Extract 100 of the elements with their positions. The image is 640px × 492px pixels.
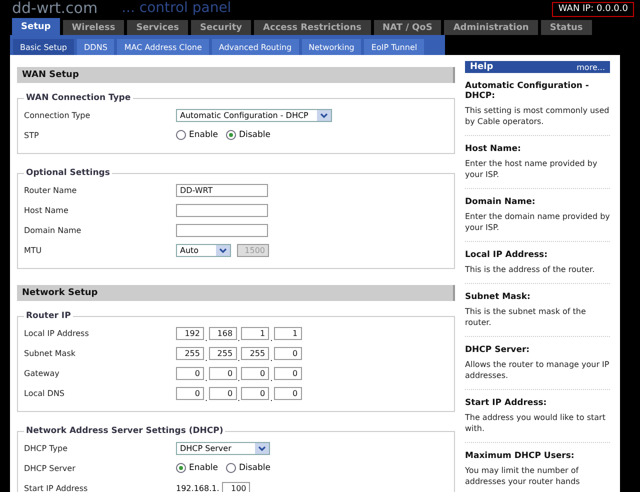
input-field[interactable]: 0: [274, 366, 302, 380]
nav-tab[interactable]: NAT / QoS: [374, 20, 442, 35]
input-field[interactable]: 168: [208, 326, 237, 340]
field-label: DHCP Server: [24, 464, 76, 472]
logo: dd-wrt.com: [12, 0, 98, 16]
ip-prefix: 192.168.1.: [176, 484, 220, 492]
input-field[interactable]: DD-WRT: [176, 184, 268, 196]
nav-tab[interactable]: Access Restrictions: [254, 20, 371, 35]
subtab[interactable]: MAC Address Clone: [117, 39, 209, 55]
dot-separator: .: [270, 354, 273, 363]
dropdown[interactable]: Automatic Configuration - DHCP: [176, 108, 332, 122]
input-field[interactable]: 0: [274, 386, 302, 400]
subtab[interactable]: DDNS: [77, 39, 114, 55]
dot-separator: .: [238, 354, 240, 363]
dot-separator: .: [238, 394, 240, 403]
section-header: WAN Setup: [17, 67, 455, 83]
help-heading: DHCP Server:: [465, 345, 531, 355]
input-field[interactable]: 0: [176, 386, 204, 400]
radio-dot-icon: [179, 466, 183, 470]
input-field[interactable]: 0: [241, 386, 270, 400]
help-text: Enter the host name provided by your ISP.: [465, 158, 598, 180]
group-title: Network Address Server Settings (DHCP): [25, 426, 224, 436]
dot-separator: .: [205, 394, 208, 403]
logo-subtitle: ... control panel: [122, 0, 232, 16]
section-header: Network Setup: [17, 285, 455, 301]
help-heading: Host Name:: [465, 144, 522, 154]
field-label: Host Name: [24, 206, 70, 214]
radio-label: Disable: [238, 130, 270, 140]
help-text: This is the subnet mask of the router.: [465, 306, 587, 328]
input-field[interactable]: 255: [176, 346, 204, 360]
nav-tab[interactable]: Setup: [12, 18, 60, 35]
dropdown-arrow-icon: [255, 442, 269, 454]
help-text: The address you would like to start with.: [465, 412, 606, 434]
radio-label: Disable: [238, 463, 270, 473]
dot-separator: .: [270, 394, 273, 403]
group-title: WAN Connection Type: [25, 93, 132, 103]
input-field[interactable]: 255: [208, 346, 237, 360]
input-field[interactable]: 0: [208, 366, 237, 380]
field-label: MTU: [24, 246, 43, 254]
dot-separator: .: [238, 334, 240, 343]
input-field[interactable]: 192: [176, 326, 204, 340]
dot-separator: .: [205, 354, 208, 363]
field-label: Router Name: [24, 186, 78, 194]
input-field[interactable]: 1: [274, 326, 302, 340]
wan-ip-status: WAN IP: 0.0.0.0: [552, 2, 634, 17]
radio-label: Enable: [189, 130, 218, 140]
help-heading: Local IP Address:: [465, 250, 548, 260]
group-title: Optional Settings: [25, 168, 111, 178]
help-text: You may limit the number of addresses your router hands: [465, 465, 581, 487]
nav-tab[interactable]: Services: [127, 20, 188, 35]
input-field[interactable]: 255: [241, 346, 270, 360]
radio-label: Enable: [189, 463, 218, 473]
input-field[interactable]: 100: [222, 482, 250, 492]
help-heading: Maximum DHCP Users:: [465, 451, 576, 461]
input-field[interactable]: 0: [176, 366, 204, 380]
more-link[interactable]: more...: [576, 62, 605, 72]
input-field[interactable]: [176, 224, 268, 236]
help-heading: Subnet Mask:: [465, 292, 532, 302]
field-label: Gateway: [24, 368, 60, 378]
dot-separator: .: [270, 374, 273, 383]
field-label: Domain Name: [24, 226, 82, 234]
subtab[interactable]: Advanced Routing: [212, 39, 299, 55]
field-label: DHCP Type: [24, 444, 69, 452]
radio-button[interactable]: [226, 130, 236, 140]
dropdown[interactable]: DHCP Server: [176, 442, 270, 454]
radio-button[interactable]: [176, 130, 186, 140]
subtab[interactable]: Basic Setup: [13, 39, 74, 55]
help-text: Enter the domain name provided by your ISP.: [465, 211, 610, 233]
subtab[interactable]: Networking: [302, 39, 362, 55]
dropdown-arrow-icon: [317, 110, 331, 120]
nav-tab[interactable]: Security: [191, 20, 252, 35]
radio-dot-icon: [228, 133, 233, 137]
field-label: Subnet Mask: [24, 348, 77, 358]
input-field[interactable]: 0: [208, 386, 237, 400]
dropdown[interactable]: Auto: [176, 244, 231, 256]
help-text: This is the address of the router.: [465, 264, 596, 275]
field-label: STP: [24, 130, 40, 140]
nav-tab[interactable]: Administration: [444, 20, 538, 35]
dot-separator: .: [205, 334, 208, 343]
field-label: Start IP Address: [24, 484, 89, 492]
group-title: Router IP: [25, 311, 72, 321]
input-field[interactable]: [176, 204, 268, 216]
help-heading: Automatic Configuration - DHCP:: [465, 81, 590, 101]
subtab[interactable]: EoIP Tunnel: [364, 39, 424, 55]
input-field[interactable]: 0: [241, 366, 270, 380]
radio-button[interactable]: [176, 463, 186, 473]
nav-tab[interactable]: Status: [540, 20, 592, 35]
input-field[interactable]: 0: [274, 346, 302, 360]
dot-separator: .: [270, 334, 273, 343]
help-text: This setting is most commonly used by Cable operators.: [465, 105, 610, 127]
dropdown-arrow-icon: [216, 244, 230, 256]
radio-button[interactable]: [226, 463, 236, 473]
dot-separator: .: [205, 374, 208, 383]
field-label: Local IP Address: [24, 328, 90, 338]
field-label: Connection Type: [24, 110, 92, 120]
input-field[interactable]: 1: [241, 326, 270, 340]
nav-tab[interactable]: Wireless: [62, 20, 124, 35]
help-heading: Domain Name:: [465, 197, 536, 207]
help-heading: Start IP Address:: [465, 398, 548, 408]
field-label: Local DNS: [24, 388, 66, 398]
